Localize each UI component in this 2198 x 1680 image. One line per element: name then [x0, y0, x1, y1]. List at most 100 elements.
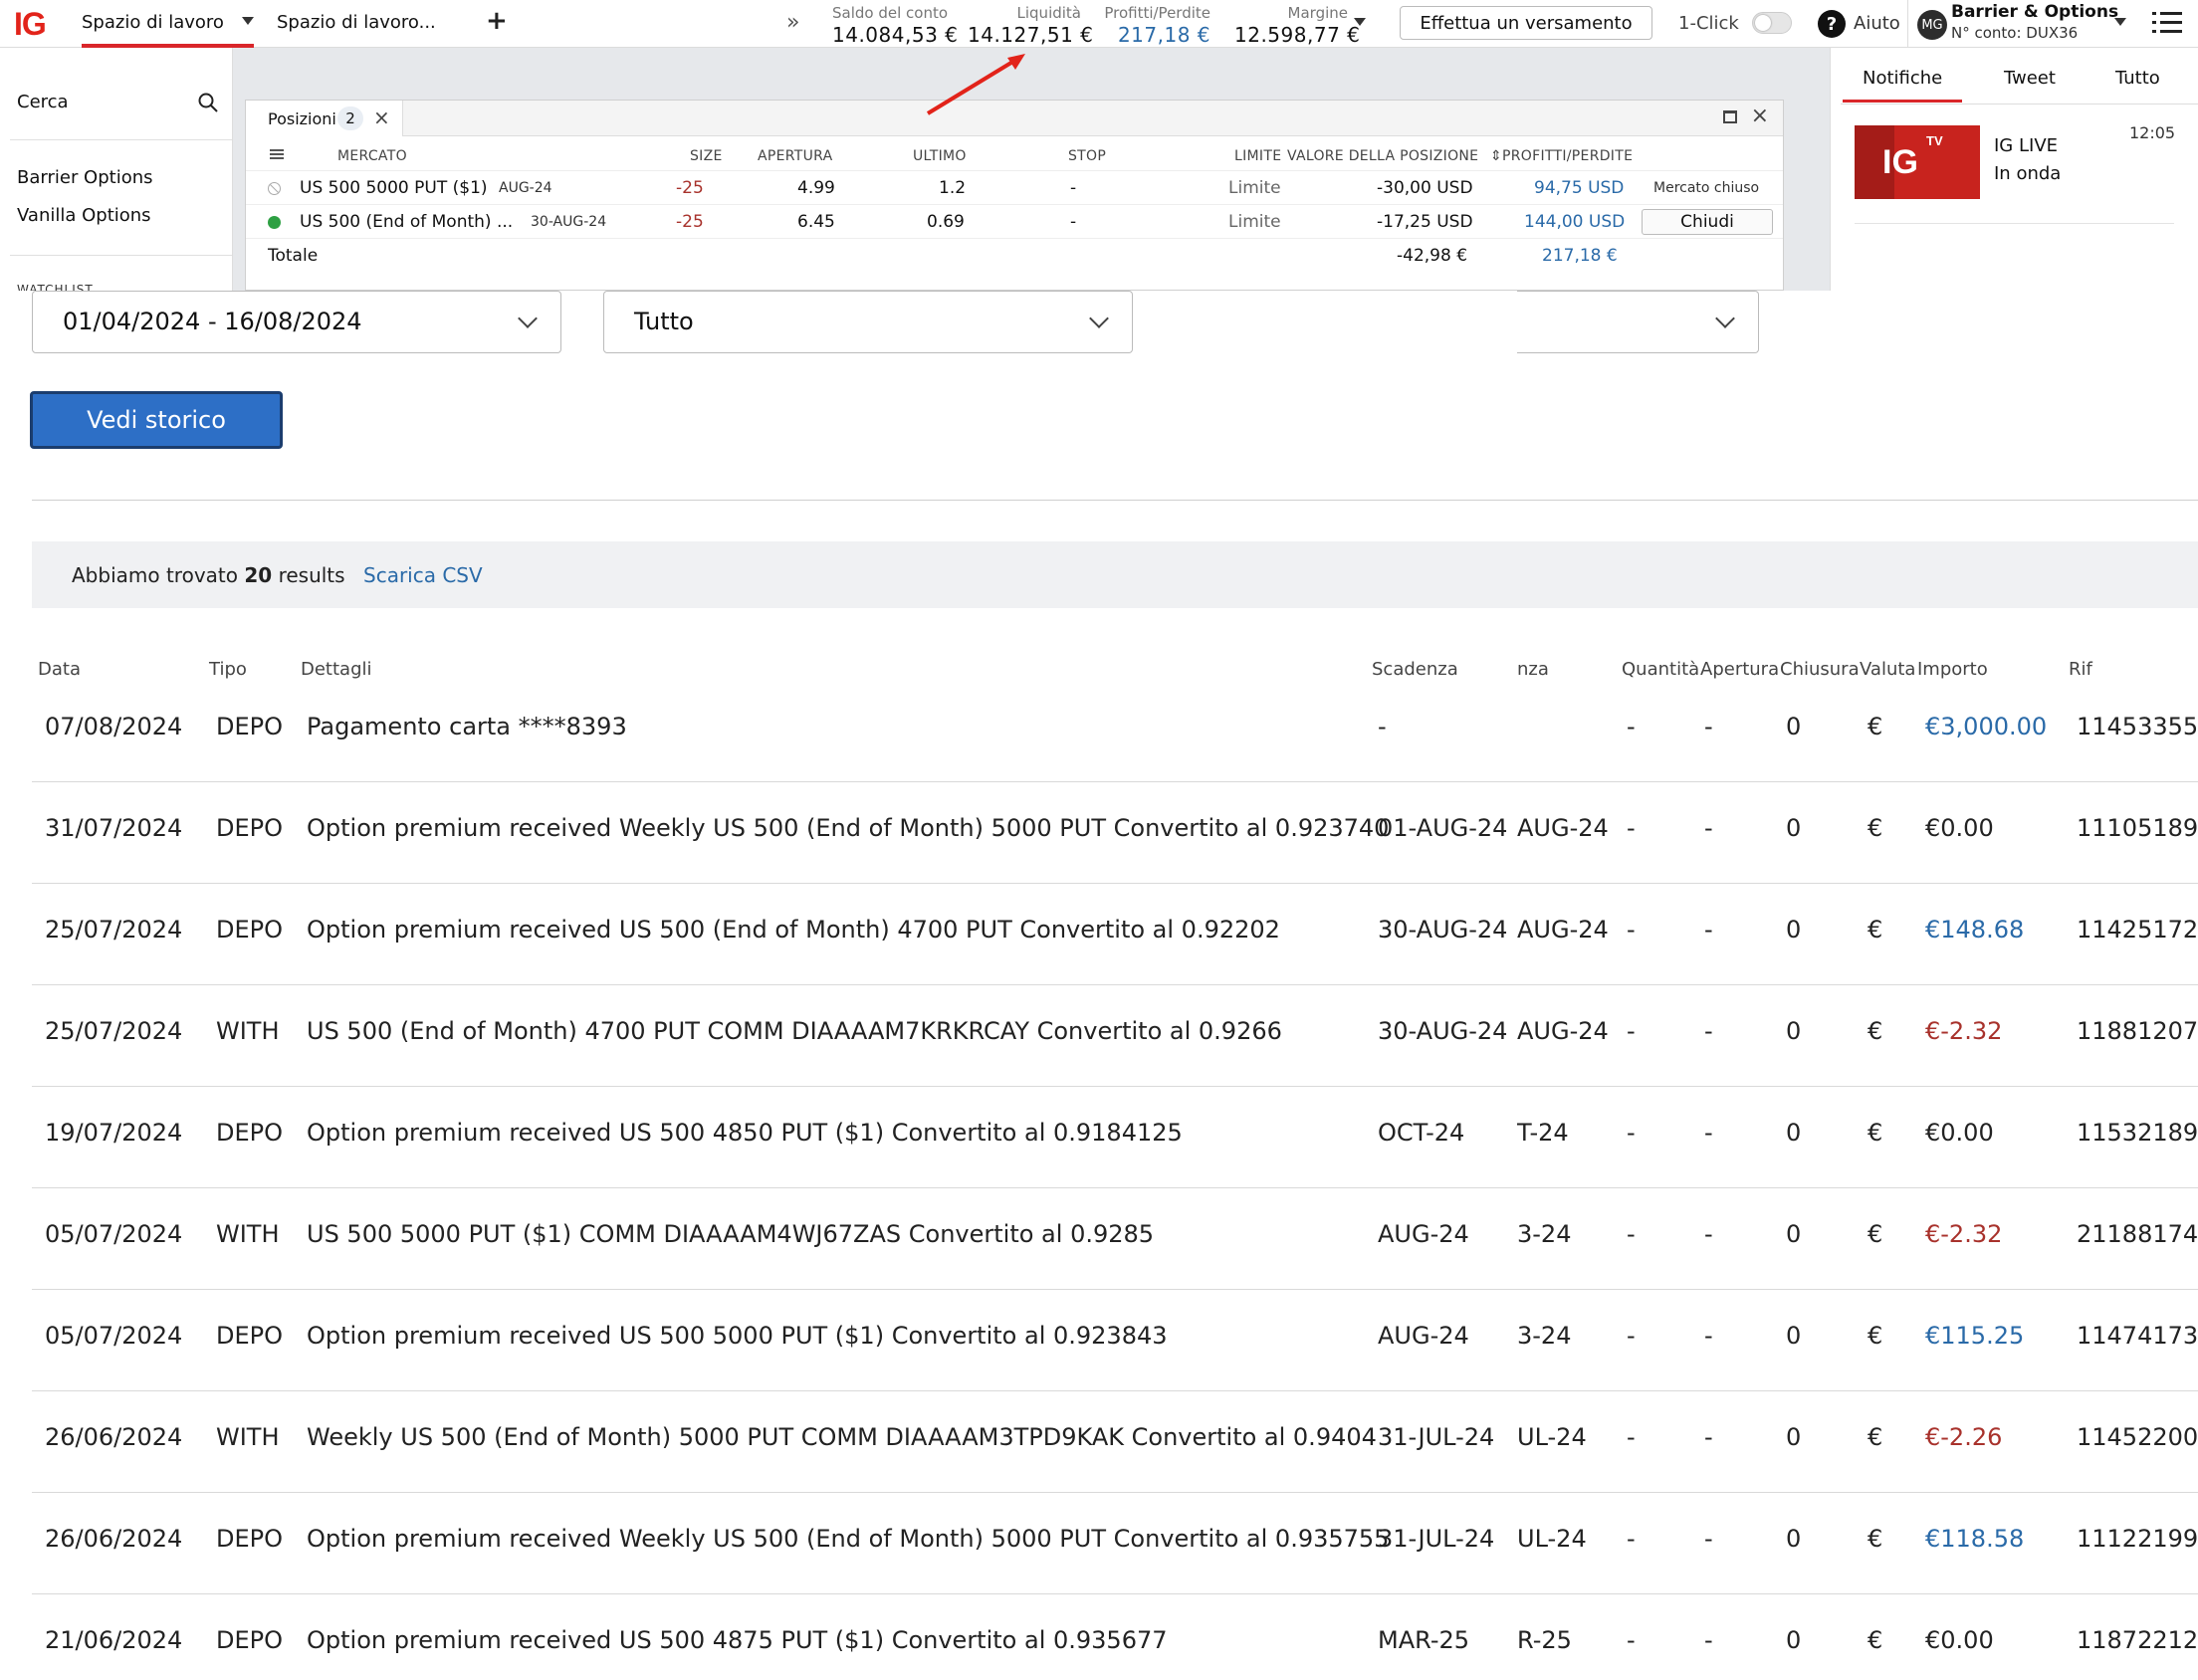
col-size[interactable]: SIZE [690, 148, 723, 164]
tab-positions[interactable]: Posizioni 2 × [246, 101, 403, 136]
col-expiry-2[interactable]: nza [1517, 659, 1549, 680]
col-reference[interactable]: Rif [2069, 659, 2092, 680]
col-currency[interactable]: Valuta [1860, 659, 1915, 680]
table-row[interactable]: 25/07/2024 WITH US 500 (End of Month) 4700… [32, 985, 2198, 1087]
cell-amount: €0.00 [1925, 1119, 1994, 1147]
col-date[interactable]: Data [38, 659, 81, 680]
active-tab-indicator [1843, 100, 1963, 103]
table-row[interactable]: 26/06/2024 DEPO Option premium received We… [32, 1493, 2198, 1594]
market-open-icon [268, 216, 281, 229]
list-menu-icon[interactable] [2152, 10, 2182, 36]
close-position-button[interactable]: Chiudi [1642, 209, 1773, 235]
cell-date: 25/07/2024 [45, 1017, 183, 1045]
col-details[interactable]: Dettagli [301, 659, 372, 680]
cell-reference: 11881207 [2077, 1017, 2198, 1045]
cell-expiry-2: R-25 [1517, 1626, 1572, 1654]
avatar[interactable]: MG [1917, 10, 1947, 40]
position-row[interactable]: US 500 5000 PUT ($1) AUG-24 -25 4.99 1.2… [246, 170, 1783, 204]
search-label[interactable]: Cerca [17, 92, 69, 112]
col-type[interactable]: Tipo [209, 659, 247, 680]
position-market[interactable]: US 500 5000 PUT ($1) [300, 178, 488, 198]
help-icon[interactable]: ? [1818, 10, 1846, 38]
position-expiry: AUG-24 [499, 180, 552, 196]
close-icon[interactable]: × [373, 105, 390, 129]
stat-account-balance: Saldo del conto 14.084,53 € [832, 4, 958, 47]
table-row[interactable]: 19/07/2024 DEPO Option premium received US… [32, 1087, 2198, 1188]
col-expiry[interactable]: Scadenza [1372, 659, 1458, 680]
watchlist-heading[interactable]: WATCHLIST [17, 283, 94, 291]
position-limit[interactable]: Limite [1228, 178, 1281, 198]
chevron-down-icon[interactable] [241, 17, 254, 25]
col-amount[interactable]: Importo [1917, 659, 1988, 680]
tab-tweet[interactable]: Tweet [2004, 68, 2056, 89]
transaction-type-select[interactable]: Tutto [603, 291, 1133, 353]
table-row[interactable]: 26/06/2024 WITH Weekly US 500 (End of Mont… [32, 1391, 2198, 1493]
col-profit-loss[interactable]: ⇕PROFITTI/PERDITE [1490, 148, 1633, 164]
tab-notifications[interactable]: Notifiche [1843, 68, 1963, 103]
divider [1907, 0, 1908, 48]
cell-expiry: - [1378, 713, 1387, 740]
third-filter-select[interactable] [1517, 291, 1759, 353]
sidebar-item-barrier-options[interactable]: Barrier Options [17, 167, 153, 188]
col-close[interactable]: Chiusura [1780, 659, 1860, 680]
col-stop[interactable]: STOP [1068, 148, 1106, 164]
sidebar-item-vanilla-options[interactable]: Vanilla Options [17, 205, 151, 226]
close-icon[interactable]: × [1751, 104, 1769, 128]
col-quantity[interactable]: Quantità [1622, 659, 1699, 680]
cell-currency: € [1868, 1423, 1883, 1451]
tv-label: TV [1926, 133, 1943, 148]
position-stop[interactable]: - [1070, 178, 1076, 198]
table-row[interactable]: 05/07/2024 WITH US 500 5000 PUT ($1) COMM … [32, 1188, 2198, 1290]
help-link[interactable]: Aiuto [1854, 13, 1900, 34]
col-market[interactable]: MERCATO [337, 148, 407, 164]
cell-close: 0 [1786, 1119, 1802, 1147]
more-tabs-icon[interactable]: » [786, 10, 799, 35]
position-market[interactable]: US 500 (End of Month) ... [300, 212, 513, 232]
cell-quantity: - [1627, 916, 1636, 944]
tab-workspace-2[interactable]: Spazio di lavoro... [277, 12, 436, 33]
column-menu-icon[interactable] [270, 149, 284, 159]
add-tab-button[interactable]: + [486, 6, 508, 36]
col-limit[interactable]: LIMITE [1234, 148, 1281, 164]
search-icon[interactable] [197, 92, 219, 113]
stat-value: 12.598,77 € [1234, 23, 1361, 47]
cell-close: 0 [1786, 713, 1802, 740]
cell-details: Option premium received US 500 5000 PUT … [307, 1322, 1168, 1350]
ig-logo[interactable]: IG [14, 6, 47, 43]
chevron-down-icon[interactable] [2114, 18, 2126, 26]
table-row[interactable]: 25/07/2024 DEPO Option premium received US… [32, 884, 2198, 985]
table-row[interactable]: 31/07/2024 DEPO Option premium received We… [32, 782, 2198, 884]
position-stop[interactable]: - [1070, 212, 1076, 232]
tab-workspace[interactable]: Spazio di lavoro [82, 12, 254, 48]
ig-live-thumbnail[interactable]: IG TV [1855, 125, 1980, 199]
col-position-value[interactable]: VALORE DELLA POSIZIONE [1287, 148, 1478, 164]
cell-type: DEPO [216, 814, 284, 842]
col-open[interactable]: Apertura [1700, 659, 1779, 680]
download-csv-link[interactable]: Scarica CSV [363, 563, 483, 587]
position-limit[interactable]: Limite [1228, 212, 1281, 232]
position-row[interactable]: US 500 (End of Month) ... 30-AUG-24 -25 … [246, 204, 1783, 238]
live-title[interactable]: IG LIVE [1994, 135, 2058, 156]
cell-date: 07/08/2024 [45, 713, 183, 740]
position-value: -17,25 USD [1377, 212, 1473, 232]
annotation-arrow-icon [926, 54, 1025, 115]
date-range-select[interactable]: 01/04/2024 - 16/08/2024 [32, 291, 561, 353]
deposit-button[interactable]: Effettua un versamento [1400, 6, 1652, 40]
col-open[interactable]: APERTURA [758, 148, 833, 164]
chevron-down-icon[interactable] [1354, 18, 1366, 26]
maximize-icon[interactable] [1723, 110, 1737, 123]
positions-window: Posizioni 2 × × MERCATO SIZE APERTURA UL… [245, 100, 1784, 291]
tab-all[interactable]: Tutto [2115, 68, 2160, 89]
cell-currency: € [1868, 1017, 1883, 1045]
one-click-toggle[interactable] [1752, 12, 1792, 34]
divider [10, 255, 232, 256]
cell-quantity: - [1627, 713, 1636, 740]
table-row[interactable]: 05/07/2024 DEPO Option premium received US… [32, 1290, 2198, 1391]
cell-reference: 11452200 [2077, 1423, 2198, 1451]
results-suffix: results [278, 563, 345, 587]
table-row[interactable]: 21/06/2024 DEPO Option premium received US… [32, 1594, 2198, 1680]
view-history-button[interactable]: Vedi storico [30, 391, 283, 449]
col-last[interactable]: ULTIMO [913, 148, 967, 164]
account-name[interactable]: Barrier & Options [1951, 2, 2118, 22]
table-row[interactable]: 07/08/2024 DEPO Pagamento carta ****8393 - -… [32, 681, 2198, 782]
